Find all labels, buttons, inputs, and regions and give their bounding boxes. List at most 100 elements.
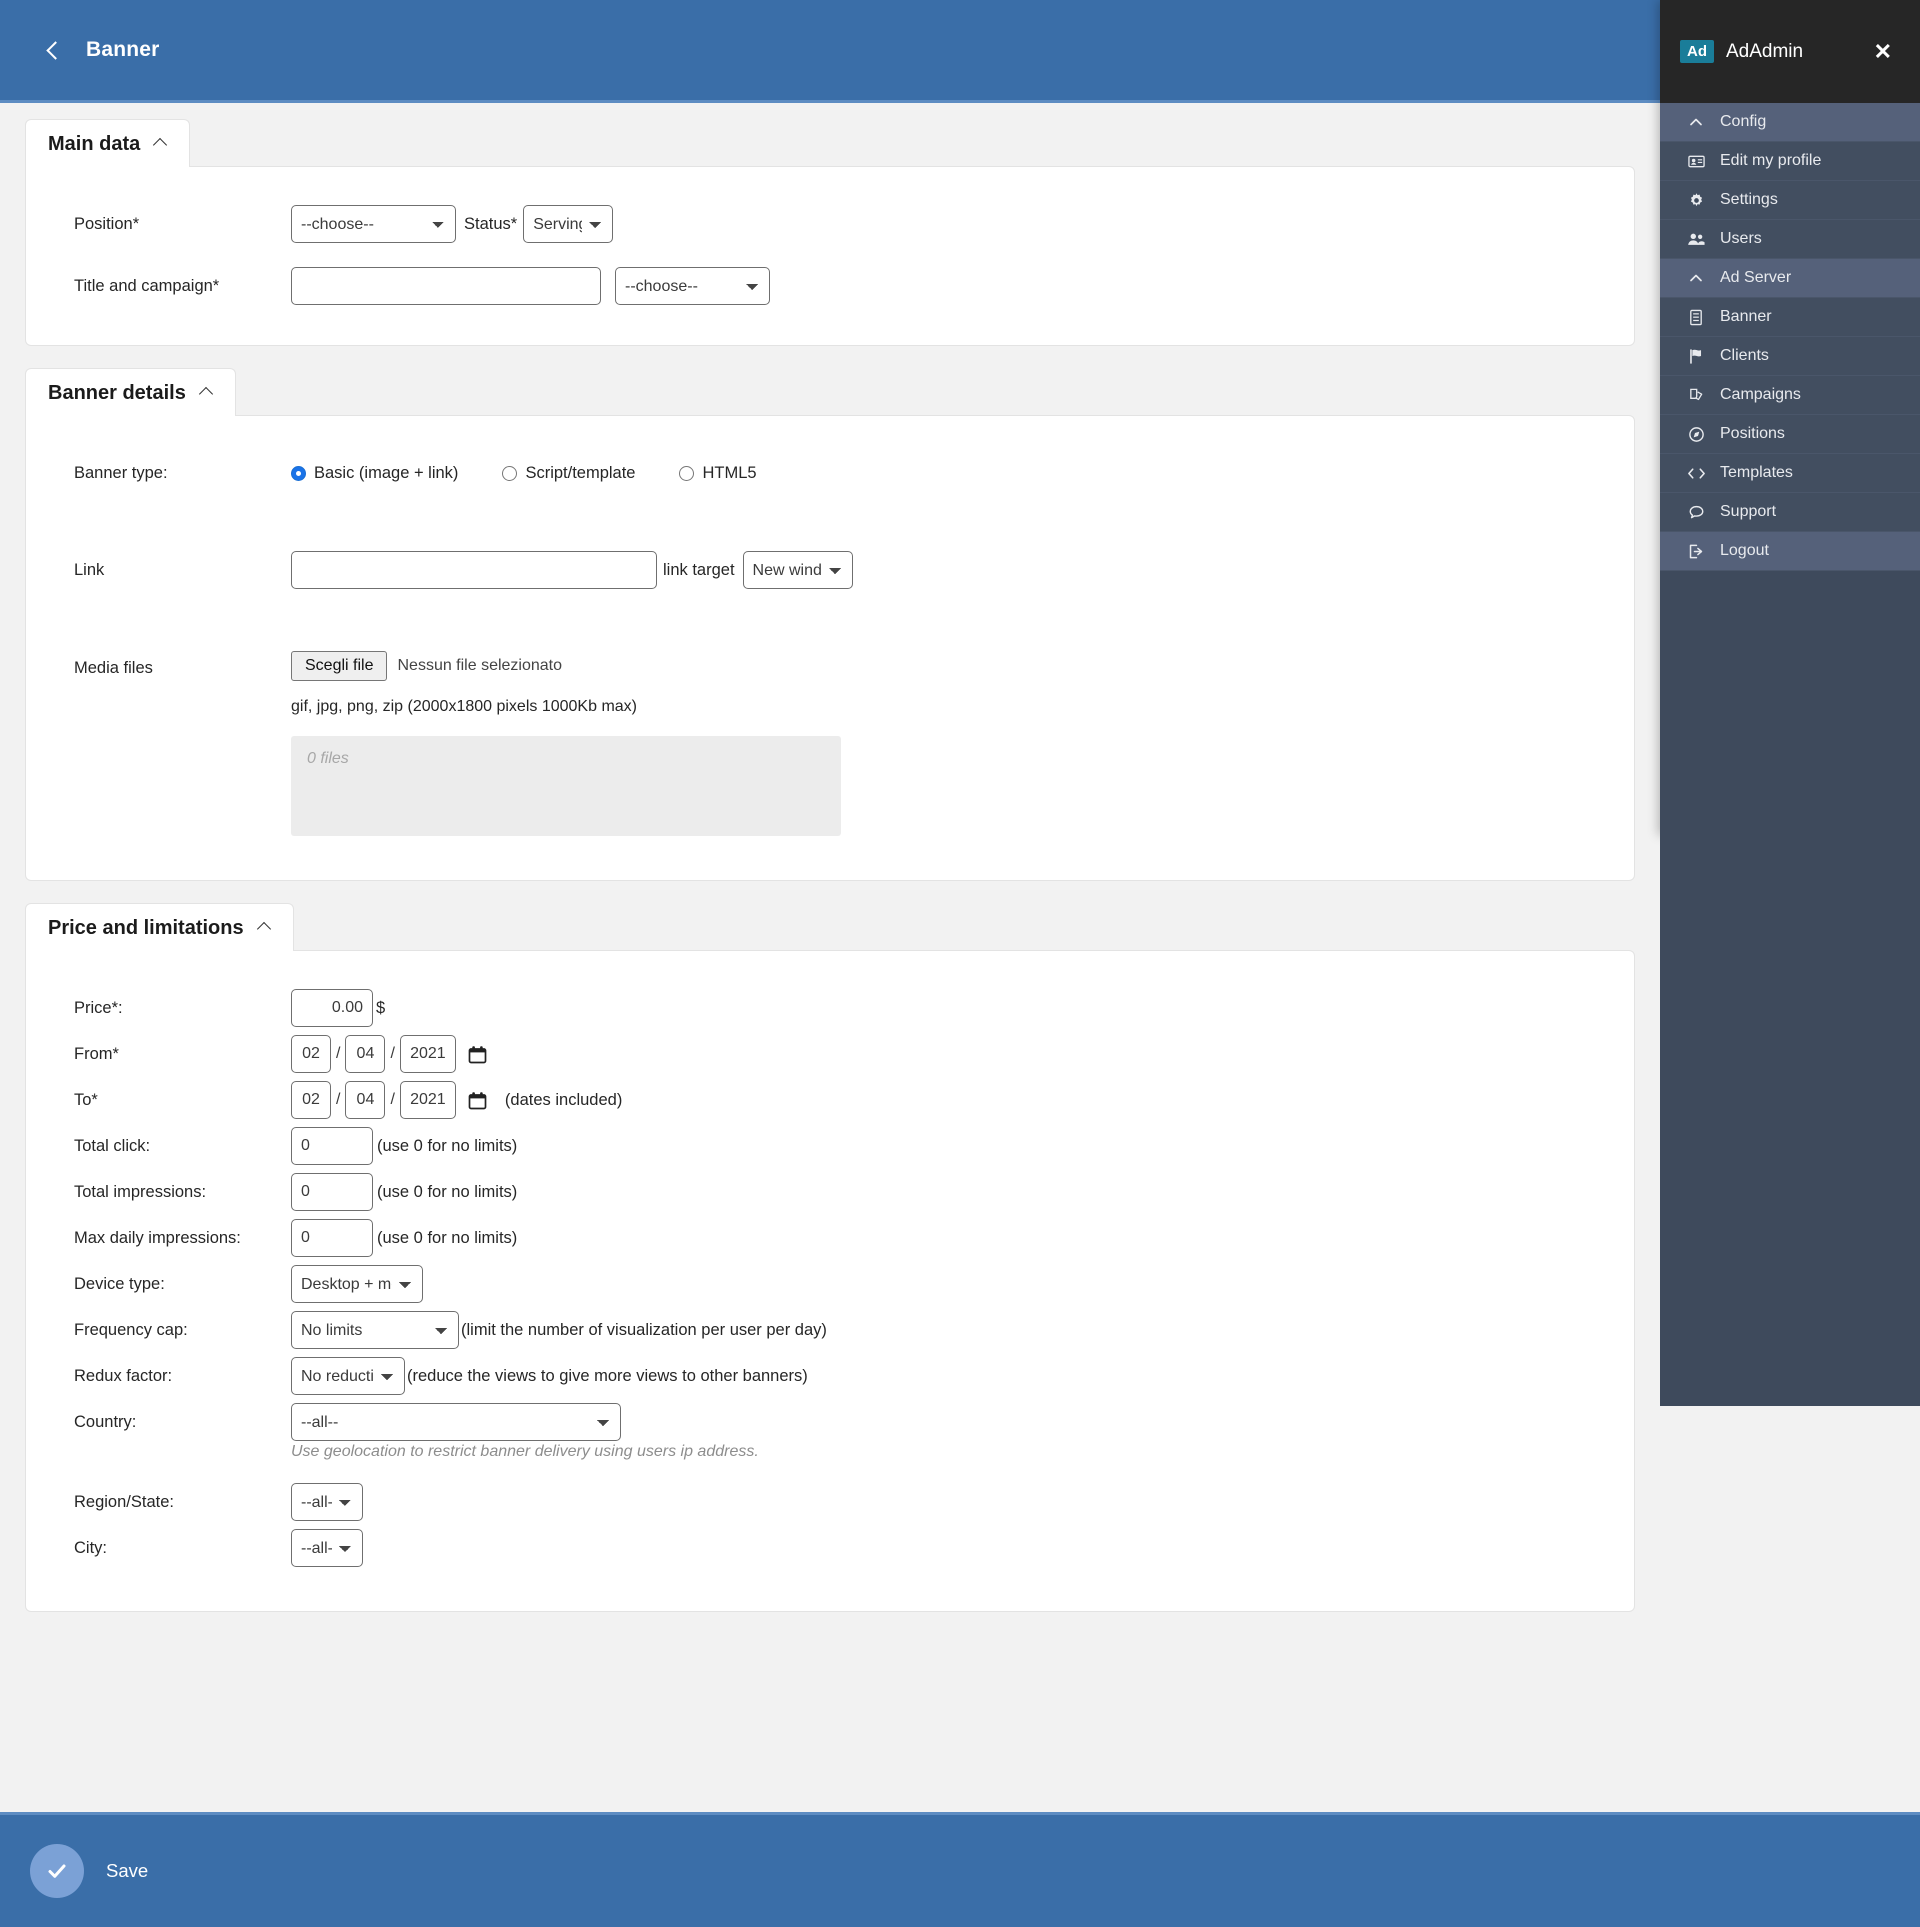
title-campaign-label: Title and campaign* <box>74 276 220 295</box>
chevron-up-icon <box>200 385 213 398</box>
from-year-input[interactable] <box>399 1035 456 1073</box>
status-select[interactable]: Serving <box>523 205 614 243</box>
back-icon[interactable] <box>42 40 62 60</box>
save-label: Save <box>106 1860 149 1881</box>
side-menu-drawer: Ad AdAdmin ✕ Config Edit my profile Sett… <box>1660 0 1920 1406</box>
radio-label: HTML5 <box>702 464 757 482</box>
sidebar-item-label: Clients <box>1720 347 1769 364</box>
sidebar-item-banner[interactable]: Banner <box>1660 298 1920 337</box>
panel-main-data: Position* --choose-- Status* Serving Tit… <box>25 166 1635 346</box>
redux-factor-note: (reduce the views to give more views to … <box>407 1366 808 1385</box>
to-month-input[interactable] <box>345 1081 386 1119</box>
from-day-input[interactable] <box>291 1035 331 1073</box>
price-label: Price*: <box>74 998 123 1017</box>
from-month-input[interactable] <box>345 1035 386 1073</box>
section-price-limitations: Price and limitations Price*: $ From* / … <box>25 881 1635 1612</box>
sidebar-item-label: Banner <box>1720 308 1772 325</box>
sidebar-item-support[interactable]: Support <box>1660 493 1920 532</box>
banner-type-label: Banner type: <box>74 464 168 482</box>
to-label: To* <box>74 1090 98 1109</box>
calendar-icon[interactable] <box>468 1045 487 1064</box>
section-header-banner-details[interactable]: Banner details <box>25 368 236 416</box>
id-card-icon <box>1686 151 1706 171</box>
price-input[interactable] <box>291 989 373 1027</box>
to-day-input[interactable] <box>291 1081 331 1119</box>
redux-factor-select[interactable]: No reduction <box>291 1357 405 1395</box>
country-label: Country: <box>74 1412 137 1431</box>
sidebar-item-label: Edit my profile <box>1720 152 1822 169</box>
total-impressions-input[interactable] <box>291 1173 373 1211</box>
sidebar-item-edit-my-profile[interactable]: Edit my profile <box>1660 142 1920 181</box>
sidebar-item-ad-server[interactable]: Ad Server <box>1660 259 1920 298</box>
section-header-main-data[interactable]: Main data <box>25 119 191 167</box>
save-button[interactable] <box>30 1844 84 1898</box>
device-type-label: Device type: <box>74 1274 165 1293</box>
dropzone-text: 0 files <box>307 750 349 767</box>
drawer-title: AdAdmin <box>1726 40 1804 62</box>
field-row-media-files: Media files Scegli file Nessun file sele… <box>26 651 1634 836</box>
sidebar-item-campaigns[interactable]: Campaigns <box>1660 376 1920 415</box>
file-dropzone[interactable]: 0 files <box>291 736 841 836</box>
from-label: From* <box>74 1044 119 1063</box>
radio-html5[interactable]: HTML5 <box>679 464 757 483</box>
field-row-frequency-cap: Frequency cap: No limits (limit the numb… <box>26 1311 1634 1349</box>
radio-basic[interactable]: Basic (image + link) <box>291 464 458 483</box>
device-type-select[interactable]: Desktop + mobile <box>291 1265 423 1303</box>
country-select[interactable]: --all-- <box>291 1403 621 1441</box>
section-banner-details: Banner details Banner type: Basic (image… <box>25 346 1635 881</box>
file-hint: gif, jpg, png, zip (2000x1800 pixels 100… <box>291 698 637 715</box>
radio-indicator <box>679 466 695 481</box>
sidebar-item-settings[interactable]: Settings <box>1660 181 1920 220</box>
radio-label: Script/template <box>525 464 636 482</box>
sidebar-item-label: Users <box>1720 230 1762 247</box>
total-click-label: Total click: <box>74 1136 151 1155</box>
position-select[interactable]: --choose-- <box>291 205 456 243</box>
field-row-city: City: --all-- <box>26 1529 1634 1567</box>
radio-script-template[interactable]: Script/template <box>502 464 635 483</box>
field-row-from: From* / / <box>26 1035 1634 1073</box>
field-row-to: To* / / (dates included) <box>26 1081 1634 1119</box>
chevron-up-icon <box>1686 268 1706 288</box>
calendar-icon[interactable] <box>468 1091 487 1110</box>
sidebar-item-clients[interactable]: Clients <box>1660 337 1920 376</box>
form-scroll-area[interactable]: Main data Position* --choose-- Status* S… <box>0 103 1660 1812</box>
choose-file-button[interactable]: Scegli file <box>291 651 388 681</box>
city-select[interactable]: --all-- <box>291 1529 363 1567</box>
field-row-total-click: Total click: (use 0 for no limits) <box>26 1127 1634 1165</box>
sidebar-item-logout[interactable]: Logout <box>1660 532 1920 571</box>
field-row-max-daily-impressions: Max daily impressions: (use 0 for no lim… <box>26 1219 1634 1257</box>
frequency-cap-select[interactable]: No limits <box>291 1311 459 1349</box>
sidebar-item-config[interactable]: Config <box>1660 103 1920 142</box>
campaign-select[interactable]: --choose-- <box>615 267 770 305</box>
sidebar-item-label: Logout <box>1720 542 1769 559</box>
sidebar-item-label: Settings <box>1720 191 1778 208</box>
max-daily-input[interactable] <box>291 1219 373 1257</box>
sidebar-item-templates[interactable]: Templates <box>1660 454 1920 493</box>
section-header-price-limitations[interactable]: Price and limitations <box>25 903 294 951</box>
date-separator: / <box>390 1091 395 1108</box>
date-separator: / <box>336 1091 341 1108</box>
region-select[interactable]: --all-- <box>291 1483 363 1521</box>
app-logo-badge: Ad <box>1680 39 1714 64</box>
link-input[interactable] <box>291 551 657 589</box>
code-icon <box>1686 463 1706 483</box>
to-year-input[interactable] <box>399 1081 456 1119</box>
frequency-cap-note: (limit the number of visualization per u… <box>461 1320 827 1339</box>
title-input[interactable] <box>291 267 601 305</box>
no-limits-note: (use 0 for no limits) <box>377 1182 518 1201</box>
app-root: Banner Main data Position* --choose-- St… <box>0 0 1920 1927</box>
total-click-input[interactable] <box>291 1127 373 1165</box>
link-target-select[interactable]: New window <box>742 551 853 589</box>
frequency-cap-label: Frequency cap: <box>74 1320 188 1339</box>
link-target-label: link target <box>663 560 735 579</box>
radio-indicator <box>291 466 306 481</box>
geolocation-note-row: Use geolocation to restrict banner deliv… <box>26 1443 1634 1461</box>
sidebar-item-positions[interactable]: Positions <box>1660 415 1920 454</box>
geolocation-note: Use geolocation to restrict banner deliv… <box>291 1443 759 1460</box>
field-row-redux-factor: Redux factor: No reduction (reduce the v… <box>26 1357 1634 1395</box>
field-row-region: Region/State: --all-- <box>26 1483 1634 1521</box>
close-icon[interactable]: ✕ <box>1870 39 1896 65</box>
sidebar-item-label: Campaigns <box>1720 386 1801 403</box>
sidebar-item-users[interactable]: Users <box>1660 220 1920 259</box>
position-label: Position* <box>74 214 140 233</box>
